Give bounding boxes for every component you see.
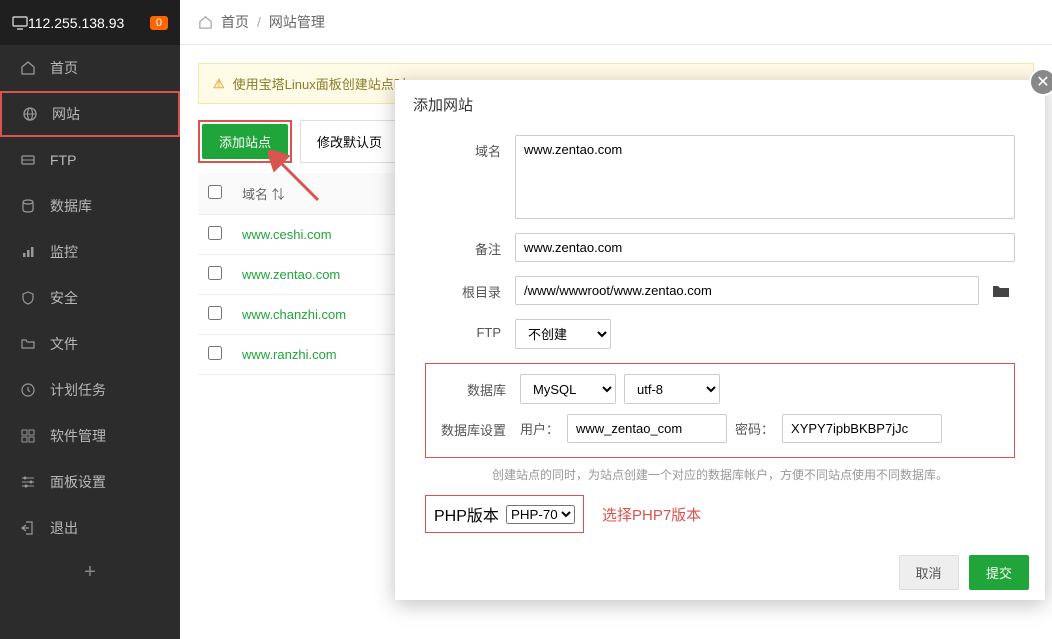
dbset-label: 数据库设置: [430, 414, 520, 439]
domain-link[interactable]: www.chanzhi.com: [242, 307, 346, 322]
sidebar-item-software[interactable]: 软件管理: [0, 413, 180, 459]
sidebar-item-label: 计划任务: [50, 380, 106, 400]
cancel-button[interactable]: 取消: [899, 555, 959, 590]
row-checkbox[interactable]: [208, 266, 222, 280]
sidebar-item-label: 网站: [52, 104, 80, 124]
db-label: 数据库: [430, 374, 520, 399]
home-icon: [20, 60, 38, 76]
select-all-checkbox[interactable]: [208, 185, 222, 199]
sort-icon: ⇅: [272, 187, 285, 202]
domain-link[interactable]: www.ceshi.com: [242, 227, 332, 242]
warning-icon: ⚠: [213, 76, 225, 92]
db-engine-select[interactable]: MySQL: [520, 374, 616, 404]
ftp-icon: [20, 152, 38, 168]
alert-text: 使用宝塔Linux面板创建站点时: [233, 74, 407, 93]
notification-badge[interactable]: 0: [150, 16, 168, 30]
sidebar-item-database[interactable]: 数据库: [0, 183, 180, 229]
ftp-label: FTP: [425, 319, 515, 340]
sidebar: 112.255.138.93 0 首页 网站 FTP 数据库 监控 安全 文件 …: [0, 0, 180, 639]
sidebar-item-label: 文件: [50, 334, 78, 354]
sidebar-item-settings[interactable]: 面板设置: [0, 459, 180, 505]
db-charset-select[interactable]: utf-8: [624, 374, 720, 404]
folder-icon: [20, 336, 38, 352]
php-note: 选择PHP7版本: [602, 504, 701, 525]
domain-link[interactable]: www.ranzhi.com: [242, 347, 337, 362]
shield-icon: [20, 290, 38, 306]
modify-default-button[interactable]: 修改默认页: [300, 120, 399, 163]
row-checkbox[interactable]: [208, 226, 222, 240]
sidebar-item-label: 退出: [50, 518, 78, 538]
sidebar-item-ftp[interactable]: FTP: [0, 137, 180, 183]
close-button[interactable]: ✕: [1029, 68, 1052, 96]
sidebar-item-cron[interactable]: 计划任务: [0, 367, 180, 413]
domain-label: 域名: [425, 135, 515, 160]
database-highlight-box: 数据库 MySQL utf-8 数据库设置 用户： 密码：: [425, 363, 1015, 458]
sliders-icon: [20, 474, 38, 490]
pwd-label: 密码：: [735, 419, 774, 438]
sidebar-item-website[interactable]: 网站: [0, 91, 180, 137]
logout-icon: [20, 520, 38, 536]
ftp-select[interactable]: 不创建: [515, 319, 611, 349]
submit-button[interactable]: 提交: [969, 555, 1029, 590]
sidebar-item-files[interactable]: 文件: [0, 321, 180, 367]
monitor-icon: [12, 16, 28, 30]
db-hint: 创建站点的同时，为站点创建一个对应的数据库帐户，方便不同站点使用不同数据库。: [425, 466, 1015, 483]
php-highlight-box: PHP版本 PHP-70: [425, 495, 584, 533]
sidebar-item-label: 面板设置: [50, 472, 106, 492]
browse-folder-button[interactable]: [987, 283, 1015, 298]
clock-icon: [20, 382, 38, 398]
sidebar-item-label: 软件管理: [50, 426, 106, 446]
domain-input[interactable]: www.zentao.com: [515, 135, 1015, 219]
breadcrumb: 首页 / 网站管理: [180, 0, 1052, 45]
sidebar-item-label: FTP: [50, 152, 76, 168]
server-ip: 112.255.138.93: [28, 15, 144, 31]
db-user-input[interactable]: [567, 414, 727, 443]
globe-icon: [22, 106, 40, 122]
sidebar-add-button[interactable]: +: [0, 551, 180, 594]
sidebar-item-label: 数据库: [50, 196, 92, 216]
sidebar-item-label: 安全: [50, 288, 78, 308]
domain-link[interactable]: www.zentao.com: [242, 267, 340, 282]
add-site-highlight: 添加站点: [198, 120, 292, 163]
root-label: 根目录: [425, 276, 515, 301]
user-label: 用户：: [520, 419, 559, 438]
database-icon: [20, 198, 38, 214]
php-label: PHP版本: [434, 502, 506, 526]
modal-title: 添加网站: [395, 80, 1045, 129]
chart-icon: [20, 244, 38, 260]
breadcrumb-current: 网站管理: [269, 12, 325, 32]
row-checkbox[interactable]: [208, 306, 222, 320]
sidebar-item-label: 首页: [50, 58, 78, 78]
remark-input[interactable]: [515, 233, 1015, 262]
remark-label: 备注: [425, 233, 515, 258]
sidebar-item-home[interactable]: 首页: [0, 45, 180, 91]
sidebar-item-security[interactable]: 安全: [0, 275, 180, 321]
db-pwd-input[interactable]: [782, 414, 942, 443]
sidebar-item-logout[interactable]: 退出: [0, 505, 180, 551]
grid-icon: [20, 428, 38, 444]
sidebar-item-monitor[interactable]: 监控: [0, 229, 180, 275]
close-icon: ✕: [1036, 72, 1049, 92]
sidebar-header: 112.255.138.93 0: [0, 0, 180, 45]
breadcrumb-separator: /: [257, 14, 261, 30]
add-site-button[interactable]: 添加站点: [202, 124, 288, 159]
row-checkbox[interactable]: [208, 346, 222, 360]
root-input[interactable]: [515, 276, 979, 305]
add-site-modal: ✕ 添加网站 域名 www.zentao.com 备注 根目录 FTP 不创建 …: [395, 80, 1045, 600]
php-select[interactable]: PHP-70: [506, 505, 575, 524]
sidebar-item-label: 监控: [50, 242, 78, 262]
breadcrumb-home[interactable]: 首页: [221, 12, 249, 32]
home-icon: [198, 15, 213, 30]
